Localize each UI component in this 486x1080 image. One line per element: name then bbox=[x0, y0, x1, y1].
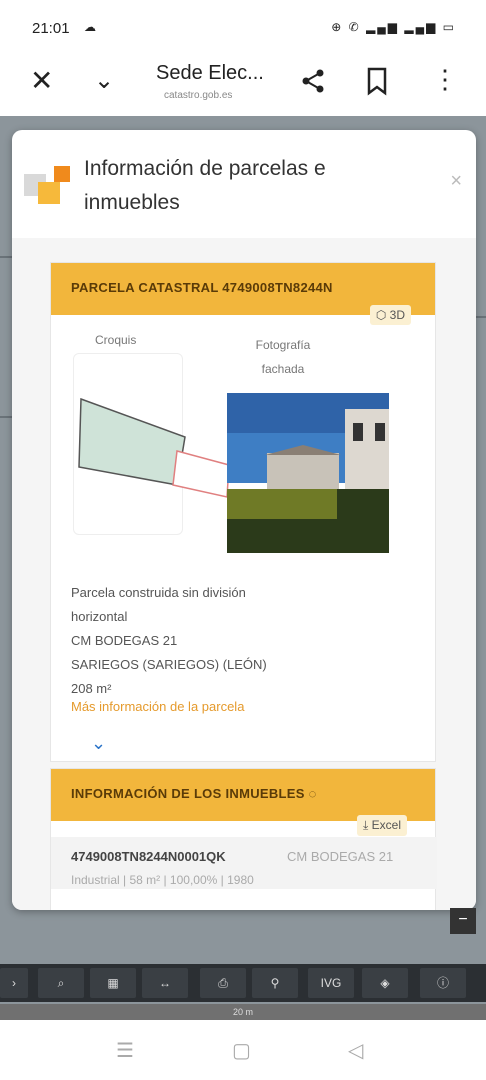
desc-line: Parcela construida sin división bbox=[71, 585, 246, 600]
layers-icon[interactable]: ▦ bbox=[90, 968, 136, 998]
desc-line: CM BODEGAS 21 bbox=[71, 633, 178, 648]
back-icon[interactable]: ◁ bbox=[348, 1038, 363, 1063]
info-modal: Información de parcelas e inmuebles × PA… bbox=[12, 130, 476, 910]
close-icon[interactable]: ✕ bbox=[30, 64, 53, 97]
modal-title: Información de parcelas e inmuebles bbox=[84, 157, 326, 214]
status-icons: ⊕ ✆ ▂▄▆ ▂▄▆ ▭ bbox=[331, 20, 456, 34]
status-bar: 21:01 ☁ ⊕ ✆ ▂▄▆ ▂▄▆ ▭ bbox=[0, 0, 486, 52]
info-icon[interactable]: ⓘ bbox=[420, 968, 466, 998]
catastro-logo bbox=[24, 166, 70, 204]
zoom-out-button[interactable]: − bbox=[450, 908, 476, 934]
cubes-icon: ⬡ bbox=[375, 308, 390, 322]
croquis-sketch[interactable] bbox=[73, 393, 233, 503]
inmueble-address: CM BODEGAS 21 bbox=[287, 849, 394, 864]
close-icon[interactable]: × bbox=[450, 170, 462, 193]
more-vert-icon[interactable]: ⋮ bbox=[432, 66, 458, 92]
excel-label: Excel bbox=[371, 818, 401, 832]
measure-icon[interactable]: ↔ bbox=[142, 968, 188, 998]
print-icon[interactable]: ⎙ bbox=[200, 968, 246, 998]
view-3d-button[interactable]: ⬡ 3D bbox=[369, 305, 411, 325]
inmuebles-card: INFORMACIÓN DE LOS INMUEBLES ◌ ⤓ Excel 4… bbox=[50, 768, 437, 910]
chat-icon[interactable]: ◌ bbox=[309, 786, 317, 801]
more-info-link[interactable]: Más información de la parcela bbox=[71, 699, 244, 714]
recents-icon[interactable]: ☰ bbox=[116, 1038, 134, 1063]
browser-toolbar: ✕ ⌄ Sede Elec... catastro.gob.es ⋮ bbox=[0, 52, 486, 116]
excel-button[interactable]: ⤓ Excel bbox=[357, 815, 407, 836]
modal-content[interactable]: PARCELA CATASTRAL 4749008TN8244N ⬡ 3D Cr… bbox=[12, 238, 476, 910]
map-toolbar: › ⌕ ▦ ↔ ⎙ ⚲ IVG ◈ ⓘ bbox=[0, 964, 486, 1002]
search-icon[interactable]: ⌕ bbox=[38, 968, 84, 998]
status-time: 21:01 bbox=[32, 20, 70, 37]
map-scale: 20 m bbox=[0, 1004, 486, 1020]
inmueble-ref: 4749008TN8244N0001QK bbox=[71, 849, 226, 864]
desc-line: horizontal bbox=[71, 609, 128, 624]
chevron-down-icon[interactable]: ⌄ bbox=[94, 66, 114, 95]
desc-line: 208 m² bbox=[71, 681, 112, 696]
bookmark-icon[interactable] bbox=[364, 66, 390, 96]
inmuebles-header-label: INFORMACIÓN DE LOS INMUEBLES bbox=[71, 786, 305, 801]
inmueble-row[interactable]: 4749008TN8244N0001QK CM BODEGAS 21 Indus… bbox=[51, 837, 437, 889]
facade-photo[interactable] bbox=[227, 393, 389, 553]
view-3d-label: 3D bbox=[389, 308, 405, 322]
page-url: catastro.gob.es bbox=[164, 90, 233, 101]
inmueble-detail: Industrial | 58 m² | 100,00% | 1980 bbox=[71, 873, 254, 887]
download-icon: ⤓ bbox=[363, 818, 372, 832]
parcela-card: PARCELA CATASTRAL 4749008TN8244N ⬡ 3D Cr… bbox=[50, 262, 436, 762]
desc-line: SARIEGOS (SARIEGOS) (LEÓN) bbox=[71, 657, 267, 672]
foto-label: Fotografía fachada bbox=[255, 338, 311, 376]
ivg-button[interactable]: IVG bbox=[308, 968, 354, 998]
parcela-description: Parcela construida sin división horizont… bbox=[71, 581, 267, 701]
page-title: Sede Elec... bbox=[156, 62, 264, 84]
toolbar-expand-icon[interactable]: › bbox=[0, 968, 28, 998]
cloud-icon: ☁ bbox=[84, 20, 96, 34]
home-icon[interactable]: ▢ bbox=[232, 1038, 251, 1063]
chevron-down-icon[interactable]: ⌄ bbox=[91, 733, 106, 754]
share-icon[interactable] bbox=[298, 66, 328, 96]
3d-view-icon[interactable]: ◈ bbox=[362, 968, 408, 998]
location-icon[interactable]: ⚲ bbox=[252, 968, 298, 998]
croquis-label: Croquis bbox=[95, 333, 137, 347]
inmuebles-header: INFORMACIÓN DE LOS INMUEBLES ◌ bbox=[51, 769, 435, 821]
system-nav-bar: ☰ ▢ ◁ bbox=[0, 1020, 486, 1080]
